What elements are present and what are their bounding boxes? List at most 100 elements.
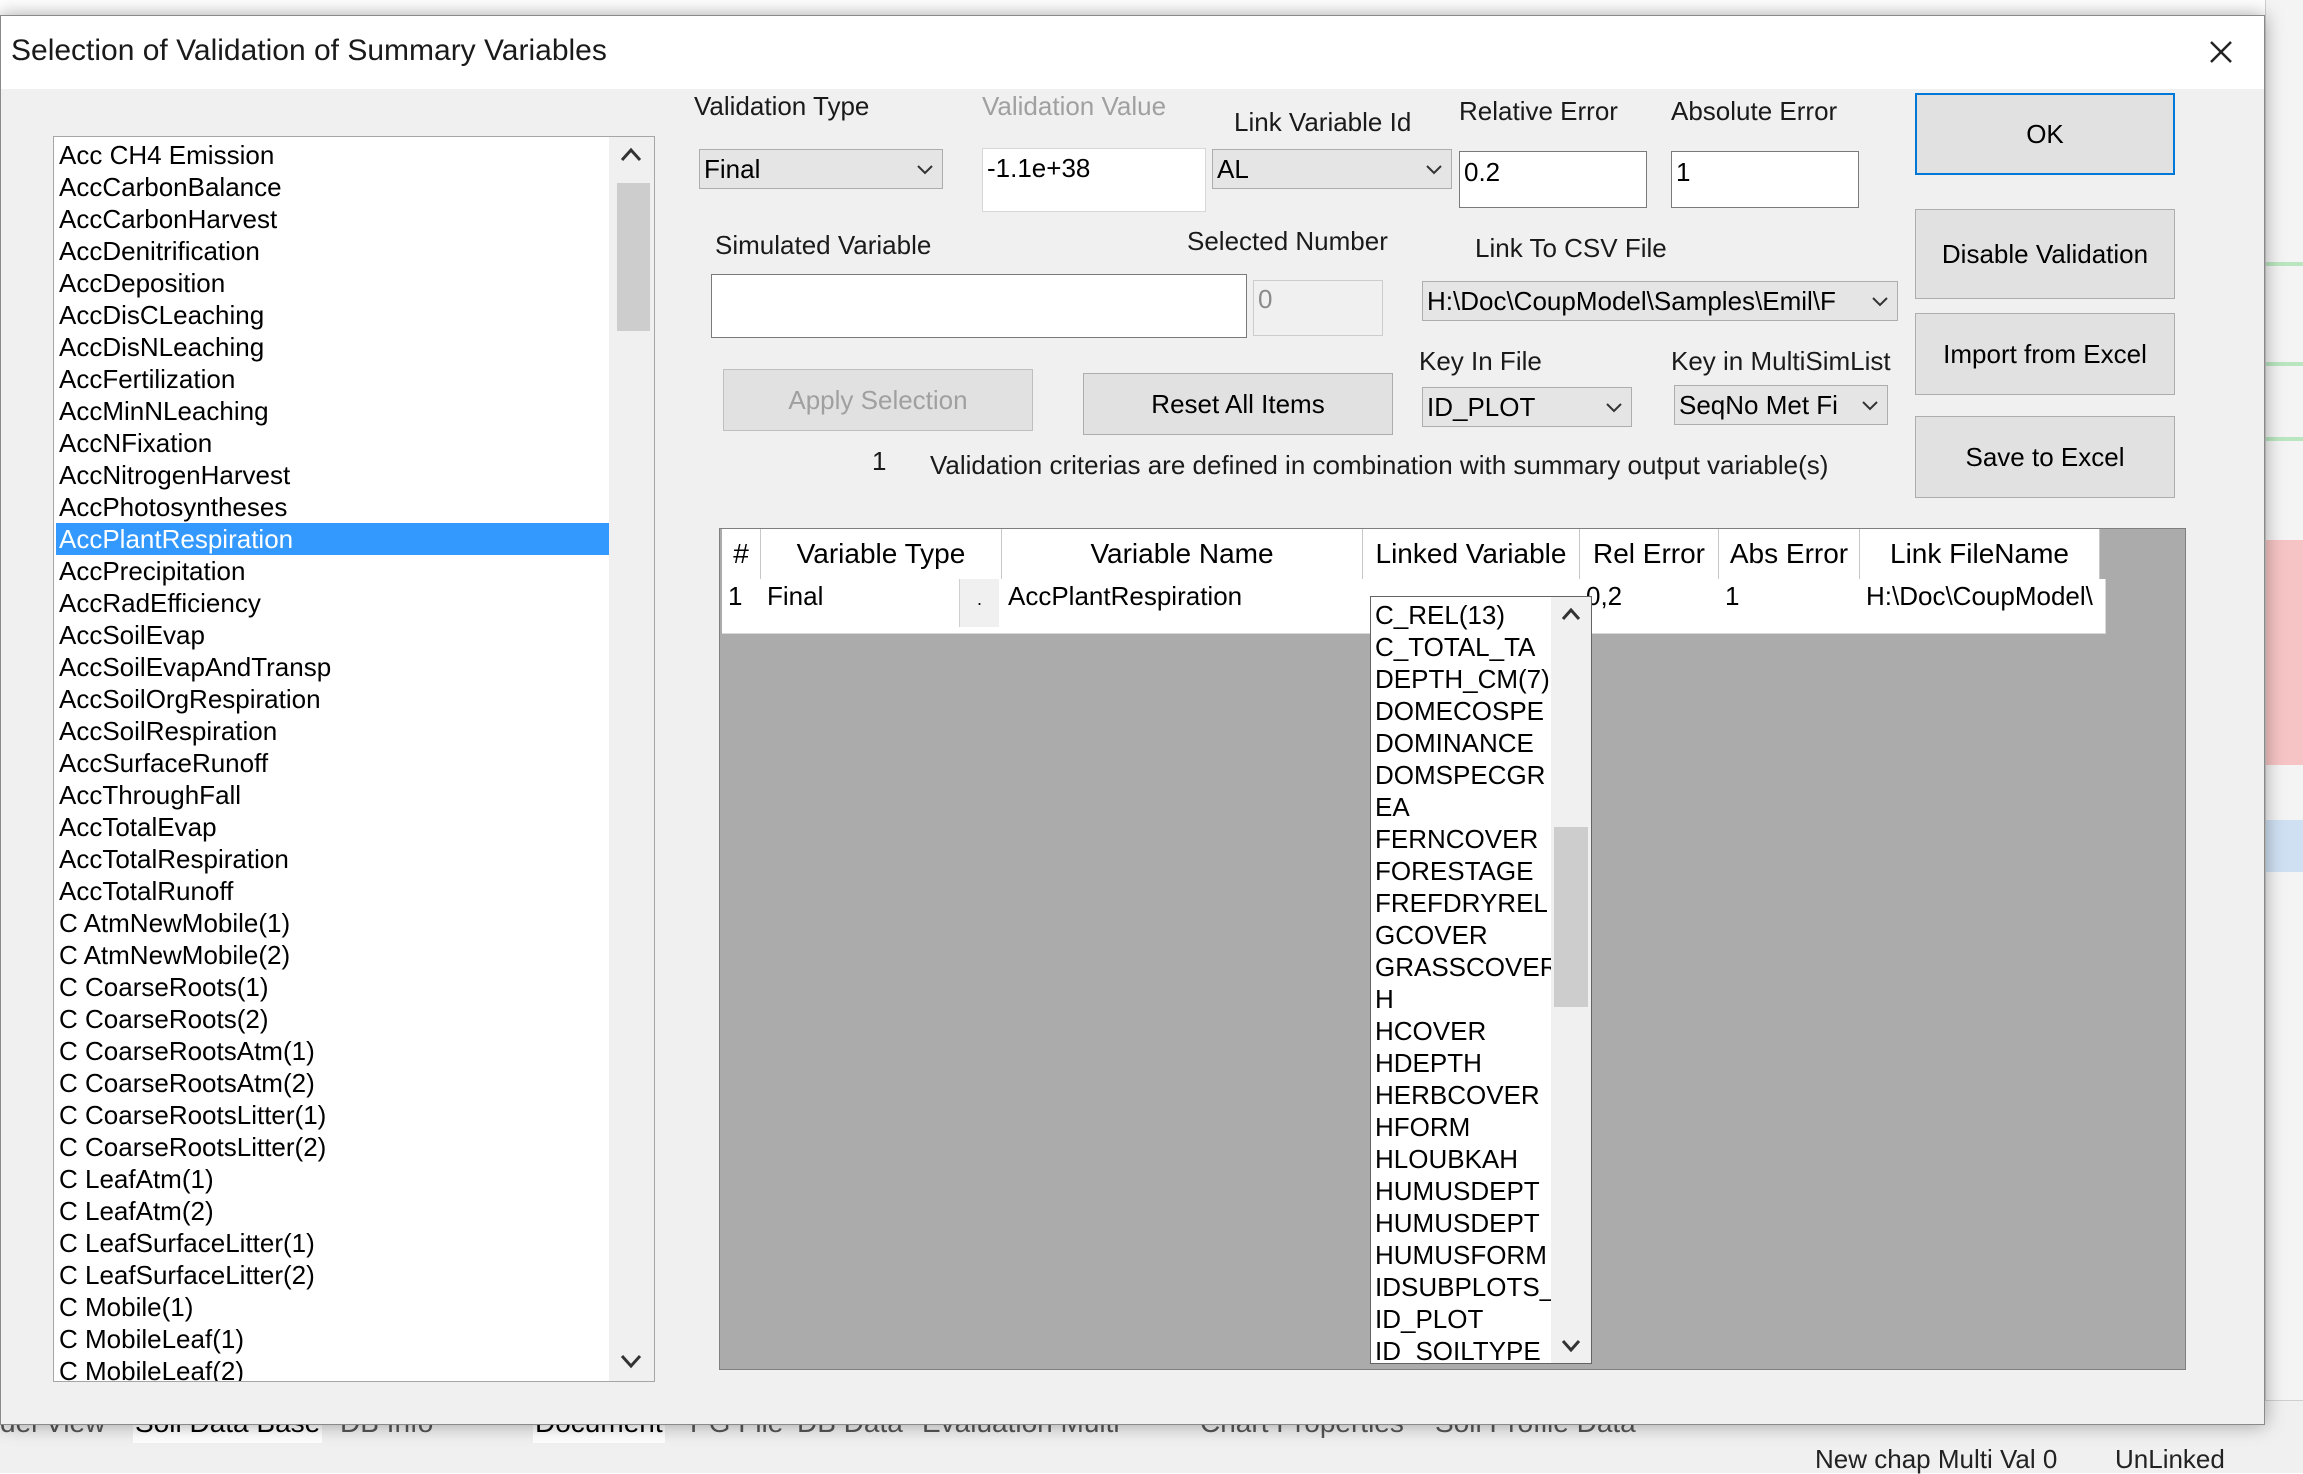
list-item[interactable]: C AtmNewMobile(1) <box>56 907 610 939</box>
list-item[interactable]: C CoarseRootsLitter(1) <box>56 1099 610 1131</box>
dropdown-option[interactable]: C_TOTAL_TA <box>1375 631 1553 663</box>
dropdown-option[interactable]: HUMUSFORM <box>1375 1239 1553 1271</box>
grid-header-rel-error[interactable]: Rel Error <box>1580 529 1719 580</box>
dropdown-option[interactable]: HCOVER <box>1375 1015 1553 1047</box>
list-item[interactable]: AccNFixation <box>56 427 610 459</box>
grid-header-abs-error[interactable]: Abs Error <box>1719 529 1860 580</box>
list-item[interactable]: C CoarseRootsLitter(2) <box>56 1131 610 1163</box>
dropdown-option[interactable]: FERNCOVER <box>1375 823 1553 855</box>
list-item[interactable]: AccRadEfficiency <box>56 587 610 619</box>
list-item[interactable]: AccSoilRespiration <box>56 715 610 747</box>
list-item[interactable]: AccPhotosyntheses <box>56 491 610 523</box>
dropdown-option[interactable]: DOMINANCE <box>1375 727 1553 759</box>
dropdown-scrollbar[interactable] <box>1551 597 1591 1363</box>
list-scrollbar[interactable] <box>609 137 654 1381</box>
list-item[interactable]: AccThroughFall <box>56 779 610 811</box>
list-item[interactable]: Acc CH4 Emission <box>56 139 610 171</box>
list-item[interactable]: AccSoilEvap <box>56 619 610 651</box>
list-item[interactable]: AccTotalEvap <box>56 811 610 843</box>
validation-value-field[interactable]: -1.1e+38 <box>982 148 1206 212</box>
dropdown-option[interactable]: H <box>1375 983 1553 1015</box>
apply-selection-button[interactable]: Apply Selection <box>723 369 1033 431</box>
dropdown-option[interactable]: HFORM <box>1375 1111 1553 1143</box>
list-item[interactable]: C CoarseRootsAtm(2) <box>56 1067 610 1099</box>
list-scroll-thumb[interactable] <box>617 183 650 331</box>
reset-all-items-button[interactable]: Reset All Items <box>1083 373 1393 435</box>
list-item[interactable]: AccTotalRunoff <box>56 875 610 907</box>
link-csv-select[interactable]: H:\Doc\CoupModel\Samples\Emil\F <box>1422 281 1898 321</box>
list-item[interactable]: AccDeposition <box>56 267 610 299</box>
ok-button[interactable]: OK <box>1915 93 2175 175</box>
chevron-down-icon[interactable] <box>619 1351 643 1371</box>
list-item[interactable]: C MobileLeaf(2) <box>56 1355 610 1381</box>
list-item[interactable]: AccDenitrification <box>56 235 610 267</box>
grid-header-link-filename[interactable]: Link FileName <box>1860 529 2100 580</box>
list-item[interactable]: AccSurfaceRunoff <box>56 747 610 779</box>
dropdown-option[interactable]: HLOUBKAH <box>1375 1143 1553 1175</box>
key-in-multisim-select[interactable]: SeqNo Met Fi <box>1674 385 1888 425</box>
list-item[interactable]: AccDisNLeaching <box>56 331 610 363</box>
grid-cell-variable-name[interactable]: AccPlantRespiration <box>1002 579 1369 634</box>
list-item[interactable]: C LeafAtm(1) <box>56 1163 610 1195</box>
list-item[interactable]: AccTotalRespiration <box>56 843 610 875</box>
simulated-variable-field[interactable] <box>711 274 1247 338</box>
absolute-error-field[interactable]: 1 <box>1671 151 1859 208</box>
dropdown-option[interactable]: HDEPTH <box>1375 1047 1553 1079</box>
dropdown-option[interactable]: ID_PLOT <box>1375 1303 1553 1335</box>
save-to-excel-button[interactable]: Save to Excel <box>1915 416 2175 498</box>
grid-cell-link-filename[interactable]: H:\Doc\CoupModel\ <box>1860 579 2106 634</box>
key-in-file-select[interactable]: ID_PLOT <box>1422 387 1632 427</box>
list-item[interactable]: C LeafAtm(2) <box>56 1195 610 1227</box>
list-item[interactable]: C CoarseRootsAtm(1) <box>56 1035 610 1067</box>
dropdown-option[interactable]: DOMECOSPE <box>1375 695 1553 727</box>
grid-header-variable-type[interactable]: Variable Type <box>761 529 1002 580</box>
list-item[interactable]: AccPrecipitation <box>56 555 610 587</box>
list-item[interactable]: C Mobile(1) <box>56 1291 610 1323</box>
dropdown-option[interactable]: ID_SOILTYPE <box>1375 1335 1553 1363</box>
list-item[interactable]: AccFertilization <box>56 363 610 395</box>
dropdown-option[interactable]: IDSUBPLOTS_ <box>1375 1271 1553 1303</box>
summary-variable-list[interactable]: Acc CH4 Emission AccCarbonBalance AccCarbo… <box>53 136 655 1382</box>
list-item[interactable]: C CoarseRoots(1) <box>56 971 610 1003</box>
dropdown-option[interactable]: EA <box>1375 791 1553 823</box>
grid-header-num[interactable]: # <box>722 529 761 580</box>
list-item[interactable]: C CoarseRoots(2) <box>56 1003 610 1035</box>
close-button[interactable] <box>2191 22 2251 82</box>
dropdown-option[interactable]: FREFDRYREL <box>1375 887 1553 919</box>
dropdown-option[interactable]: GCOVER <box>1375 919 1553 951</box>
disable-validation-button[interactable]: Disable Validation <box>1915 209 2175 299</box>
relative-error-field[interactable]: 0.2 <box>1459 151 1647 208</box>
dropdown-option[interactable]: HERBCOVER <box>1375 1079 1553 1111</box>
dropdown-option[interactable]: GRASSCOVER <box>1375 951 1553 983</box>
list-item[interactable]: C AtmNewMobile(2) <box>56 939 610 971</box>
list-item[interactable]: C MobileLeaf(1) <box>56 1323 610 1355</box>
list-item[interactable]: C LeafSurfaceLitter(1) <box>56 1227 610 1259</box>
linked-variable-dropdown[interactable]: C_REL(13) C_TOTAL_TA DEPTH_CM(7) DOMECOSPE D… <box>1370 596 1592 1364</box>
list-item[interactable]: AccPlantRespiration <box>56 523 610 555</box>
grid-header-variable-name[interactable]: Variable Name <box>1002 529 1363 580</box>
dropdown-option[interactable]: DOMSPECGR <box>1375 759 1553 791</box>
grid-cell-rel-error[interactable]: 0,2 <box>1580 579 1725 634</box>
list-item[interactable]: AccDisCLeaching <box>56 299 610 331</box>
grid-cell-abs-error[interactable]: 1 <box>1719 579 1866 634</box>
list-item[interactable]: AccSoilEvapAndTransp <box>56 651 610 683</box>
list-item[interactable]: C LeafSurfaceLitter(2) <box>56 1259 610 1291</box>
dropdown-option[interactable]: FORESTAGE <box>1375 855 1553 887</box>
list-item[interactable]: AccCarbonBalance <box>56 171 610 203</box>
dropdown-option[interactable]: C_REL(13) <box>1375 599 1553 631</box>
list-item[interactable]: AccCarbonHarvest <box>56 203 610 235</box>
dropdown-scroll-thumb[interactable] <box>1554 827 1588 1007</box>
grid-cell-variable-type[interactable]: Final · <box>761 579 1008 634</box>
grid-header-linked-variable[interactable]: Linked Variable <box>1363 529 1580 580</box>
list-item[interactable]: AccSoilOrgRespiration <box>56 683 610 715</box>
import-from-excel-button[interactable]: Import from Excel <box>1915 313 2175 395</box>
dropdown-option[interactable]: HUMUSDEPT <box>1375 1175 1553 1207</box>
chevron-up-icon[interactable] <box>1560 605 1582 623</box>
list-item[interactable]: AccMinNLeaching <box>56 395 610 427</box>
link-variable-id-select[interactable]: AL <box>1212 149 1452 189</box>
cell-dropdown-button[interactable]: · <box>959 579 999 627</box>
chevron-down-icon[interactable] <box>1560 1337 1582 1355</box>
dropdown-option[interactable]: HUMUSDEPT <box>1375 1207 1553 1239</box>
list-item[interactable]: AccNitrogenHarvest <box>56 459 610 491</box>
validation-type-select[interactable]: Final <box>699 149 943 189</box>
